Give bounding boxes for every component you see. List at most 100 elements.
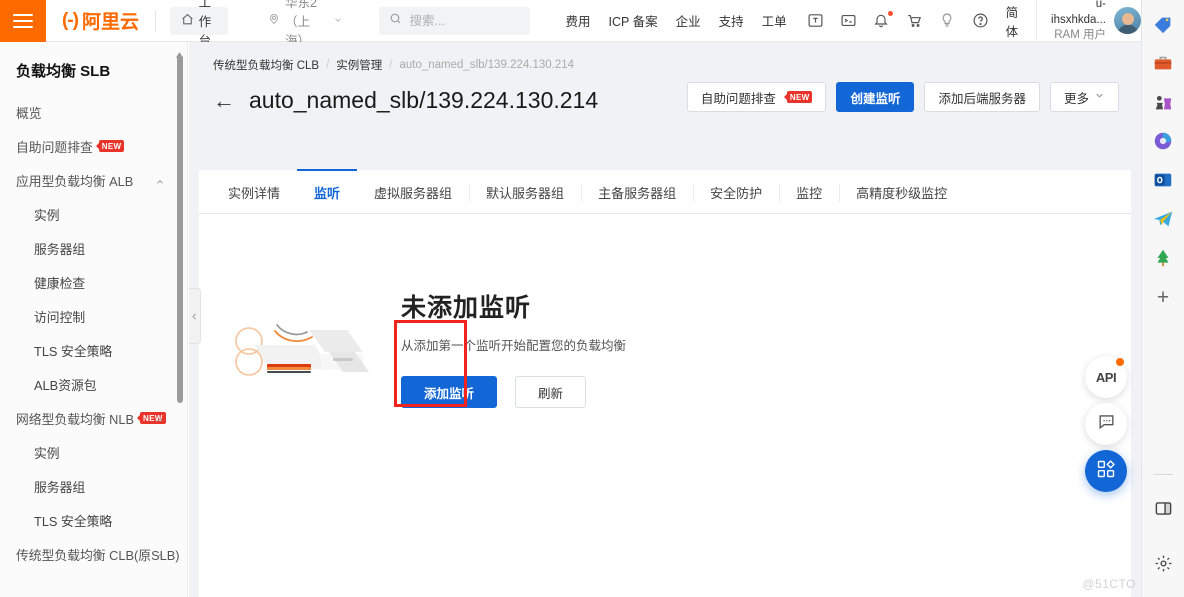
sidebar-item-5[interactable]: 健康检查 <box>0 265 187 299</box>
breadcrumb-item-1[interactable]: 实例管理 <box>336 57 382 73</box>
briefcase-icon[interactable] <box>1150 50 1176 76</box>
nav-link-icp[interactable]: ICP 备案 <box>609 11 658 30</box>
feedback-chat-button[interactable] <box>1085 403 1127 445</box>
nav-link-support[interactable]: 支持 <box>719 11 744 30</box>
sidebar-item-9[interactable]: 网络型负载均衡 NLB NEW <box>0 401 187 435</box>
sidebar-item-0[interactable]: 概览 <box>0 95 187 129</box>
account-name: u-ihsxhkda... <box>1051 0 1107 26</box>
bell-icon[interactable] <box>873 10 893 30</box>
gear-icon[interactable] <box>1151 550 1177 576</box>
tab-1[interactable]: 监听 <box>297 169 358 213</box>
chess-icon[interactable] <box>1150 89 1176 115</box>
sidebar-item-label: 网络型负载均衡 NLB <box>16 411 135 427</box>
more-button[interactable]: 更多 <box>1049 82 1119 112</box>
language-switcher[interactable]: 简体 <box>1006 2 1022 40</box>
sidebar-item-label: TLS 安全策略 <box>34 513 113 529</box>
home-icon <box>181 13 194 29</box>
split-view-icon[interactable] <box>1151 495 1177 521</box>
avatar[interactable] <box>1114 7 1141 34</box>
aliyun-logo[interactable]: (-) 阿里云 <box>46 0 153 42</box>
account-menu[interactable]: u-ihsxhkda... RAM 用户 <box>1036 0 1141 42</box>
nav-link-enterprise[interactable]: 企业 <box>676 11 701 30</box>
watermark: @51CTO <box>1082 577 1136 591</box>
terminal-icon[interactable] <box>840 12 858 30</box>
api-explorer-button[interactable]: API <box>1085 356 1127 398</box>
chevron-up-icon[interactable] <box>155 175 165 185</box>
new-badge: NEW <box>786 91 813 103</box>
workbench-button[interactable]: 工作台 <box>169 0 228 48</box>
api-notification-dot <box>1116 358 1124 366</box>
nav-link-fee[interactable]: 费用 <box>566 11 591 30</box>
empty-state: 未添加监听 从添加第一个监听开始配置您的负载均衡 添加监听 刷新 <box>199 214 1131 408</box>
content-card: 实例详情 监听 虚拟服务器组 默认服务器组 主备服务器组 安全防护 监控 高精度秒级监控 <box>199 169 1131 597</box>
browser-window: (-) 阿里云 工作台 华东2（上海） 费用 <box>0 0 1184 597</box>
sidebar-item-4[interactable]: 服务器组 <box>0 231 187 265</box>
sidebar-item-13[interactable]: 传统型负载均衡 CLB(原SLB) <box>0 537 187 571</box>
sidebar-scroll-up-arrow[interactable] <box>176 45 183 58</box>
top-header: (-) 阿里云 工作台 华东2（上海） 费用 <box>0 0 1141 48</box>
add-app-icon[interactable]: + <box>1150 284 1176 310</box>
tab-0[interactable]: 实例详情 <box>211 169 297 213</box>
breadcrumb-item-2: auto_named_slb/139.224.130.214 <box>399 59 575 71</box>
sidebar-item-10[interactable]: 实例 <box>0 435 187 469</box>
tab-3[interactable]: 默认服务器组 <box>469 169 581 213</box>
sidebar-item-1[interactable]: 自助问题排查 NEW <box>0 129 187 163</box>
sidebar-item-label: ALB资源包 <box>34 377 97 393</box>
empty-state-subtitle: 从添加第一个监听开始配置您的负载均衡 <box>401 339 627 353</box>
header-icon-group <box>807 10 990 30</box>
tab-2[interactable]: 虚拟服务器组 <box>357 169 469 213</box>
create-listener-button[interactable]: 创建监听 <box>836 82 915 112</box>
sidebar-item-7[interactable]: TLS 安全策略 <box>0 333 187 367</box>
page-header: ← auto_named_slb/139.224.130.214 自助问题排查 … <box>189 73 1141 114</box>
tab-6[interactable]: 监控 <box>779 169 839 213</box>
sidebar-item-8[interactable]: ALB资源包 <box>0 367 187 401</box>
breadcrumb-separator: / <box>326 59 330 71</box>
sidebar-item-3[interactable]: 实例 <box>0 197 187 231</box>
sidebar-item-label: 服务器组 <box>34 241 86 257</box>
sidebar-item-label: TLS 安全策略 <box>34 343 113 359</box>
outlook-icon[interactable] <box>1150 167 1176 193</box>
refresh-button[interactable]: 刷新 <box>515 376 587 408</box>
sidebar-item-11[interactable]: 服务器组 <box>0 469 187 503</box>
add-listener-button[interactable]: 添加监听 <box>401 376 498 408</box>
sidebar-collapse-handle[interactable] <box>189 288 201 344</box>
sidebar: 负载均衡 SLB 概览 自助问题排查 NEW 应用型负载均衡 ALB 实例 服务器组 健康检… <box>0 42 188 597</box>
cart-icon[interactable] <box>906 12 924 30</box>
back-arrow-icon[interactable]: ← <box>213 89 235 112</box>
page-title: auto_named_slb/139.224.130.214 <box>249 87 599 113</box>
sidebar-item-label: 健康检查 <box>34 275 86 291</box>
main-content: 传统型负载均衡 CLB / 实例管理 / auto_named_slb/139.224.… <box>189 42 1141 597</box>
hamburger-icon[interactable] <box>0 0 46 42</box>
lightbulb-icon[interactable] <box>939 12 957 30</box>
header-nav-links: 费用 ICP 备案 企业 支持 工单 <box>566 11 787 30</box>
help-circle-icon[interactable] <box>972 12 990 30</box>
rail-bottom-controls <box>1142 474 1184 589</box>
sidebar-item-label: 服务器组 <box>34 479 86 495</box>
tag-icon[interactable] <box>1150 11 1176 37</box>
telegram-icon[interactable] <box>1150 206 1176 232</box>
app-switcher-icon[interactable] <box>807 12 825 30</box>
chevron-up-icon[interactable] <box>155 413 165 423</box>
copilot-icon[interactable] <box>1150 128 1176 154</box>
search-input[interactable] <box>409 13 520 28</box>
apps-grid-button[interactable] <box>1085 450 1127 492</box>
sidebar-title: 负载均衡 SLB <box>16 63 111 80</box>
add-backend-server-button[interactable]: 添加后端服务器 <box>924 82 1040 112</box>
tab-7[interactable]: 高精度秒级监控 <box>839 169 964 213</box>
sidebar-item-2[interactable]: 应用型负载均衡 ALB <box>0 163 187 197</box>
self-diagnosis-button[interactable]: 自助问题排查 NEW <box>686 82 827 112</box>
breadcrumb-item-0[interactable]: 传统型负载均衡 CLB <box>213 57 319 73</box>
tab-4[interactable]: 主备服务器组 <box>581 169 693 213</box>
sidebar-item-12[interactable]: TLS 安全策略 <box>0 503 187 537</box>
tree-icon[interactable] <box>1150 245 1176 271</box>
browser-sidebar-rail: + <box>1141 0 1184 597</box>
tab-5[interactable]: 安全防护 <box>693 169 779 213</box>
sidebar-menu: 概览 自助问题排查 NEW 应用型负载均衡 ALB 实例 服务器组 健康检查 访问控制 TLS … <box>0 81 187 571</box>
sidebar-scrollbar[interactable] <box>177 55 183 403</box>
nav-link-ticket[interactable]: 工单 <box>762 11 787 30</box>
sidebar-item-6[interactable]: 访问控制 <box>0 299 187 333</box>
page-actions: 自助问题排查 NEW 创建监听 添加后端服务器 更多 <box>686 82 1119 112</box>
search-box[interactable] <box>378 6 530 35</box>
chevron-up-icon[interactable] <box>155 549 165 559</box>
empty-state-actions: 添加监听 刷新 <box>401 376 626 408</box>
